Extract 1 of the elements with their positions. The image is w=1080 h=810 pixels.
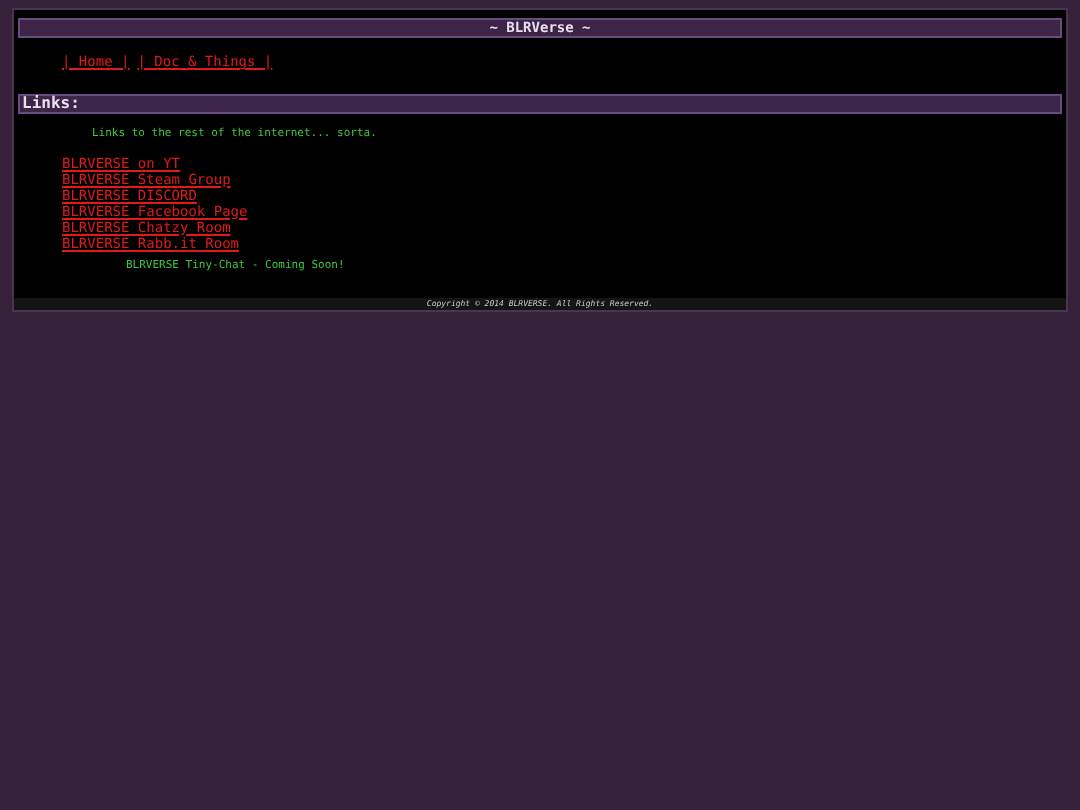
section-heading: Links: xyxy=(22,96,80,112)
